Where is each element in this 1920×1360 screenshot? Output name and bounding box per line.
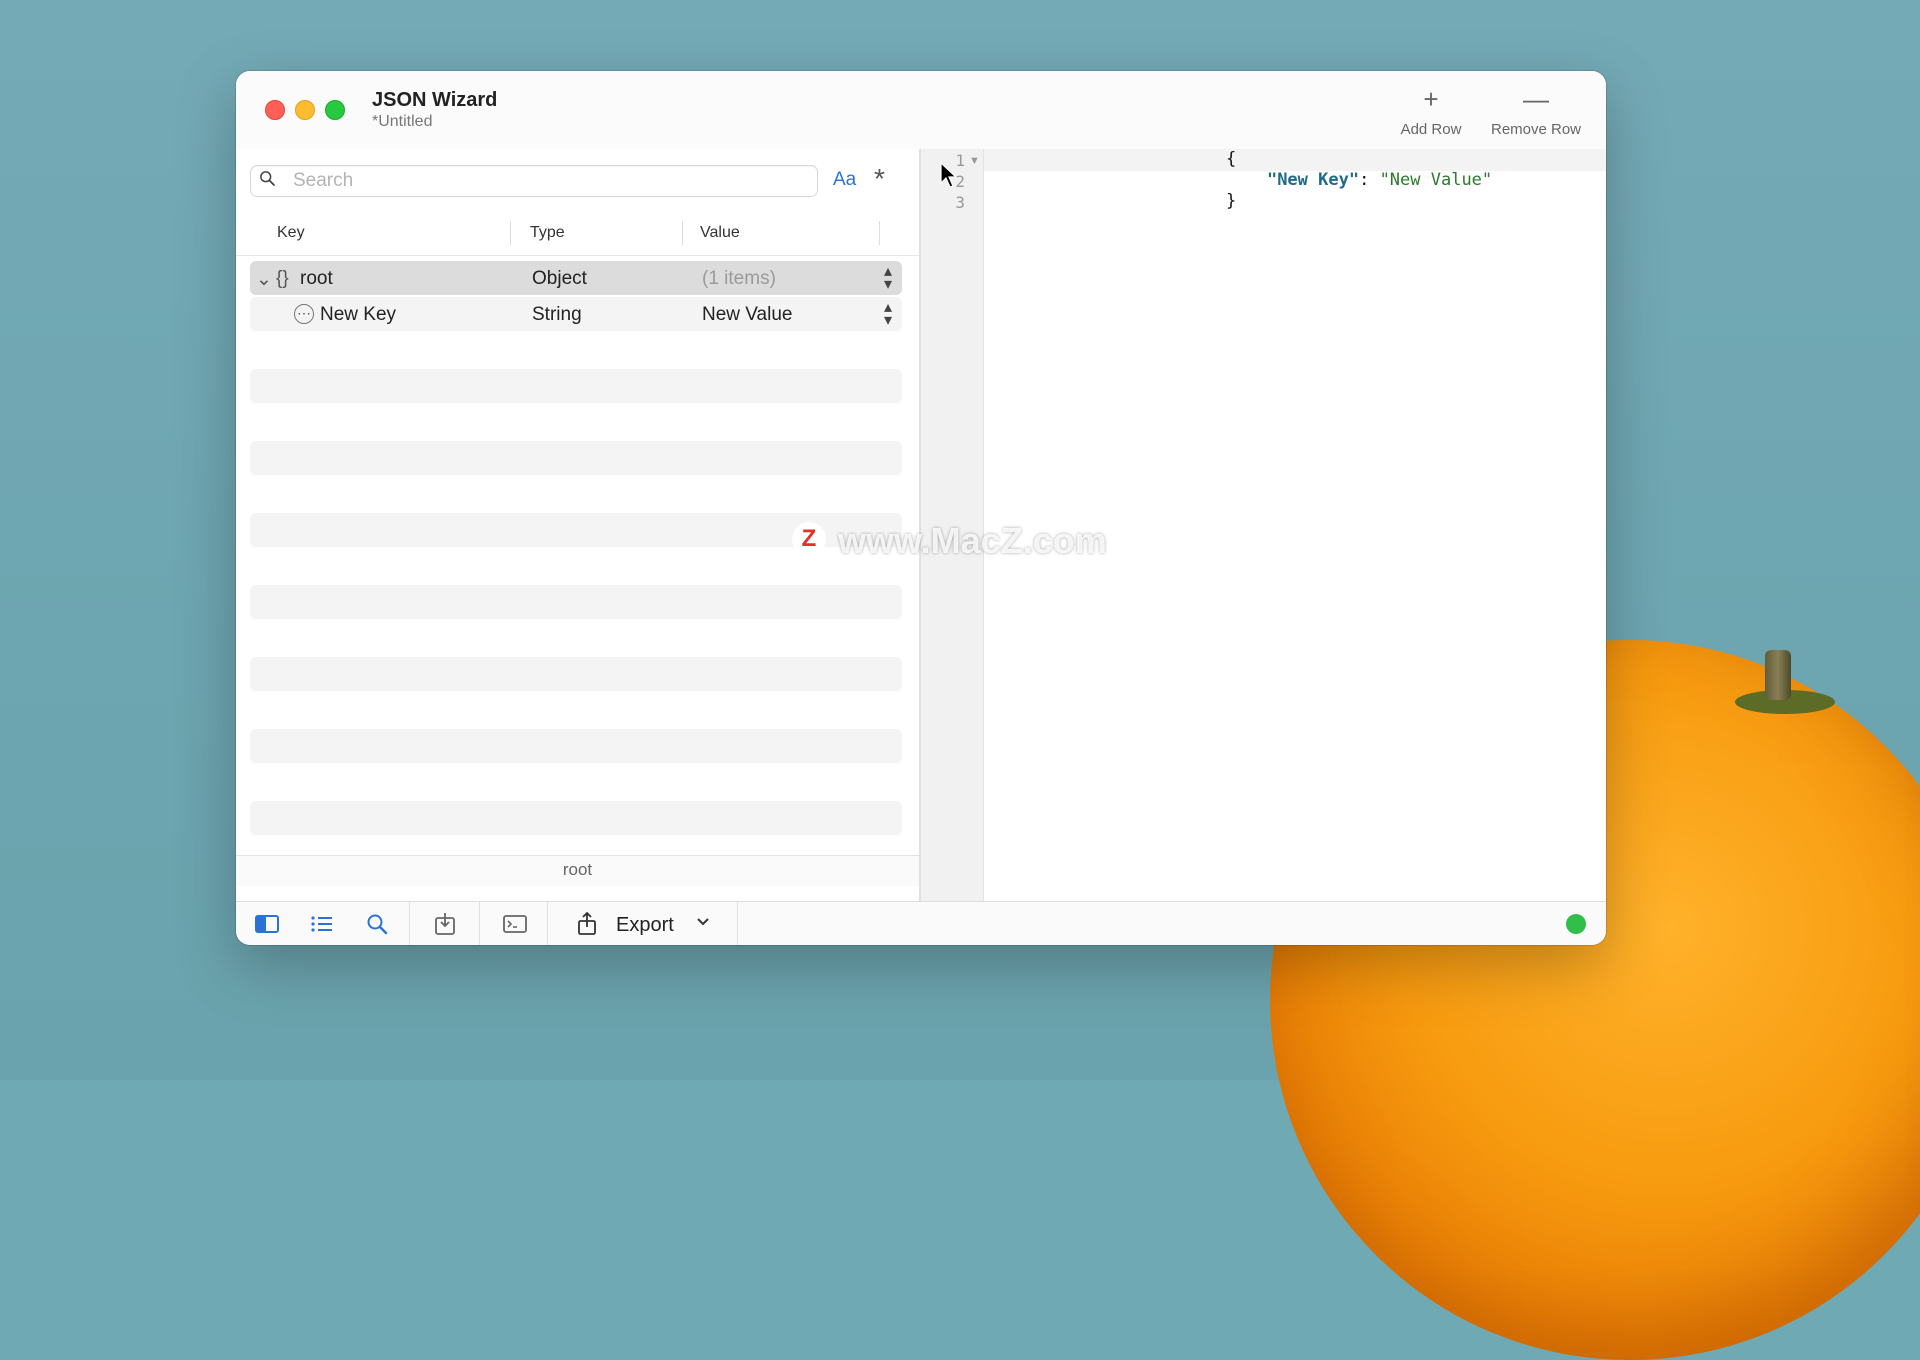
watermark-logo: Z bbox=[792, 522, 826, 556]
column-separator[interactable] bbox=[510, 221, 511, 245]
code-line-1[interactable]: { bbox=[1226, 149, 1236, 169]
tree-row-root[interactable]: ⌄ {} root Object ▴ ▾ (1 items) bbox=[250, 261, 902, 295]
json-separator: : bbox=[1359, 170, 1380, 190]
json-wizard-window: JSON Wizard *Untitled + Add Row — Remove… bbox=[236, 71, 1606, 945]
watermark-text: www.MacZ.com bbox=[838, 520, 1107, 561]
orange-stem bbox=[1765, 650, 1791, 700]
minimize-window-button[interactable] bbox=[295, 100, 315, 120]
path-bar: root bbox=[236, 855, 919, 886]
search-icon[interactable] bbox=[364, 912, 390, 936]
empty-row bbox=[250, 801, 902, 835]
empty-row bbox=[250, 657, 902, 691]
current-line-highlight bbox=[984, 149, 1606, 171]
column-value[interactable]: Value bbox=[700, 224, 740, 242]
code-line-3[interactable]: } bbox=[1226, 191, 1236, 211]
toolbar-separator bbox=[479, 902, 480, 945]
string-type-icon: ⋯ bbox=[294, 304, 314, 324]
tree-row-new-key[interactable]: ⋯ New Key String ▴ ▾ New Value bbox=[250, 297, 902, 331]
status-indicator bbox=[1566, 914, 1586, 934]
sidebar-toggle-icon[interactable] bbox=[254, 912, 280, 936]
remove-row-label: Remove Row bbox=[1490, 121, 1582, 138]
share-icon bbox=[578, 912, 596, 935]
search-input[interactable] bbox=[291, 169, 805, 193]
row-key[interactable]: New Key bbox=[320, 304, 396, 326]
empty-row bbox=[250, 441, 902, 475]
bottom-toolbar: Export bbox=[236, 901, 1606, 945]
line-number: 3 bbox=[955, 193, 965, 212]
empty-row bbox=[250, 729, 902, 763]
empty-row bbox=[250, 369, 902, 403]
toolbar-separator bbox=[737, 902, 738, 945]
list-icon[interactable] bbox=[309, 912, 335, 936]
code-text: { bbox=[1226, 149, 1237, 169]
fold-toggle-icon[interactable]: ▼ bbox=[969, 155, 980, 167]
import-icon[interactable] bbox=[432, 912, 458, 936]
row-type[interactable]: String bbox=[532, 304, 582, 326]
row-value[interactable]: New Value bbox=[702, 304, 792, 326]
toolbar-separator bbox=[409, 902, 410, 945]
row-type[interactable]: Object bbox=[532, 268, 587, 290]
column-header: Key Type Value bbox=[236, 211, 919, 256]
plus-icon: + bbox=[1423, 84, 1439, 114]
code-text: } bbox=[1226, 191, 1237, 211]
document-title: *Untitled bbox=[372, 113, 433, 130]
minus-icon: — bbox=[1523, 84, 1549, 114]
empty-row bbox=[250, 585, 902, 619]
column-type[interactable]: Type bbox=[530, 224, 565, 242]
object-braces-icon: {} bbox=[276, 268, 289, 289]
export-menu-button[interactable]: Export bbox=[547, 902, 737, 945]
mouse-pointer-icon bbox=[940, 162, 958, 188]
disclosure-chevron-icon[interactable]: ⌄ bbox=[256, 268, 272, 291]
app-title: JSON Wizard bbox=[372, 89, 498, 111]
regex-button[interactable]: * bbox=[874, 163, 885, 195]
match-case-button[interactable]: Aa bbox=[833, 169, 856, 191]
chevron-down-icon bbox=[697, 918, 709, 926]
column-separator[interactable] bbox=[879, 221, 880, 245]
add-row-label: Add Row bbox=[1400, 121, 1462, 138]
title-bar[interactable]: JSON Wizard *Untitled + Add Row — Remove… bbox=[236, 71, 1606, 150]
remove-row-button[interactable]: — Remove Row bbox=[1476, 85, 1596, 138]
outline-pane: Aa * Key Type Value ⌄ {} root Object ▴▾ … bbox=[236, 149, 919, 861]
json-string-value: "New Value" bbox=[1379, 170, 1493, 190]
search-field[interactable] bbox=[250, 165, 818, 197]
type-stepper-icon[interactable]: ▴ ▾ bbox=[884, 264, 892, 293]
search-icon[interactable] bbox=[259, 170, 277, 188]
column-key[interactable]: Key bbox=[277, 224, 305, 242]
row-key[interactable]: root bbox=[300, 268, 333, 290]
code-line-2[interactable]: "New Key": "New Value" bbox=[1226, 170, 1492, 190]
type-stepper-icon[interactable]: ▴ ▾ bbox=[884, 300, 892, 329]
terminal-icon[interactable] bbox=[502, 912, 528, 936]
row-value: (1 items) bbox=[702, 268, 776, 289]
zoom-window-button[interactable] bbox=[325, 100, 345, 120]
close-window-button[interactable] bbox=[265, 100, 285, 120]
column-separator[interactable] bbox=[682, 221, 683, 245]
add-row-button[interactable]: + Add Row bbox=[1386, 85, 1476, 138]
export-label: Export bbox=[616, 914, 674, 936]
json-key: "New Key" bbox=[1266, 170, 1360, 190]
